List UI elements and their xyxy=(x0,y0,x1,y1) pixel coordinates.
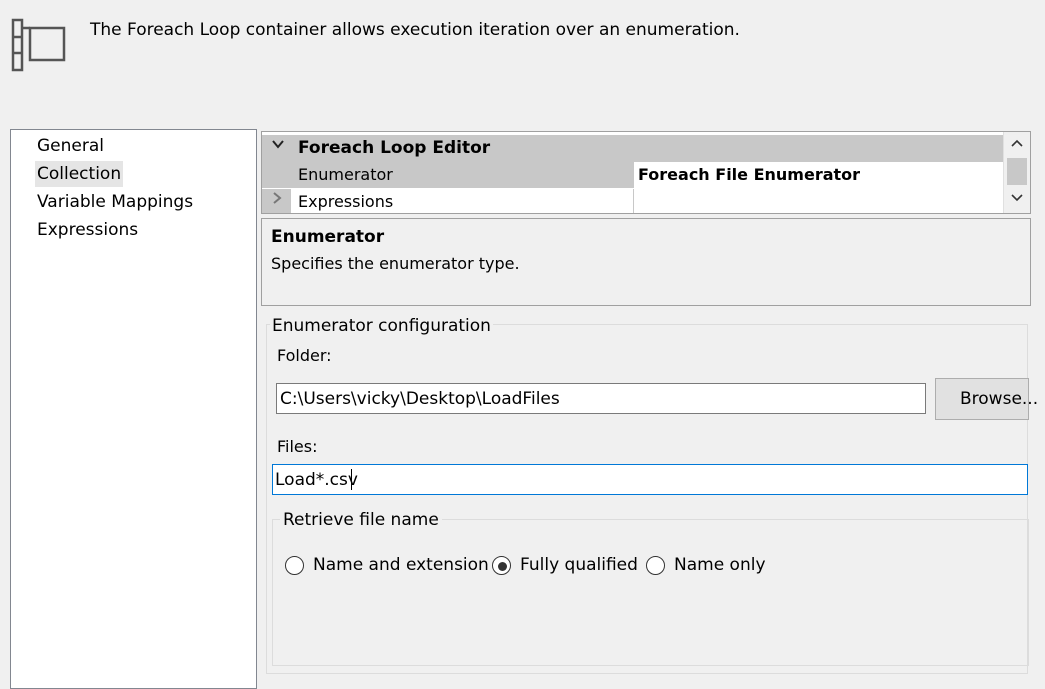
text-caret xyxy=(351,469,352,490)
property-name: Expressions xyxy=(298,192,394,211)
radio-circle[interactable] xyxy=(646,556,665,575)
radio-name-and-extension[interactable]: Name and extension xyxy=(285,555,489,580)
files-input[interactable]: Load*.csv xyxy=(272,464,1028,495)
browse-button[interactable]: Browse... xyxy=(935,378,1038,420)
folder-label: Folder: xyxy=(277,346,332,365)
category-row[interactable]: Foreach Loop Editor xyxy=(262,135,1004,162)
radio-fully-qualified[interactable]: Fully qualified xyxy=(492,555,638,580)
radio-name-only[interactable]: Name only xyxy=(646,555,776,580)
nav-item-variable-mappings[interactable]: Variable Mappings xyxy=(35,189,195,215)
scroll-down-icon[interactable] xyxy=(1004,190,1030,210)
nav-item-collection[interactable]: Collection xyxy=(35,161,124,187)
retrieve-file-name-title: Retrieve file name xyxy=(280,510,442,530)
radio-circle[interactable] xyxy=(492,556,511,575)
radio-label: Name only xyxy=(674,555,766,575)
nav-item-general[interactable]: General xyxy=(35,133,106,159)
files-label: Files: xyxy=(277,437,318,456)
property-value-enumerator[interactable]: Foreach File Enumerator xyxy=(633,162,1004,188)
browse-button-label: Browse... xyxy=(960,389,1039,409)
property-value-text: Foreach File Enumerator xyxy=(638,165,861,184)
retrieve-file-name-group xyxy=(272,519,1029,666)
property-grid: Foreach Loop Editor Enumerator Foreach F… xyxy=(261,131,1031,214)
folder-input[interactable]: C:\Users\vicky\Desktop\LoadFiles xyxy=(276,383,926,414)
radio-circle[interactable] xyxy=(285,556,304,575)
radio-label: Name and extension xyxy=(313,555,489,575)
category-label: Foreach Loop Editor xyxy=(298,138,491,158)
scrollbar-thumb[interactable] xyxy=(1007,158,1027,185)
nav-item-expressions[interactable]: Expressions xyxy=(35,217,140,243)
folder-input-value: C:\Users\vicky\Desktop\LoadFiles xyxy=(280,389,560,409)
property-name: Enumerator xyxy=(298,165,393,184)
foreach-loop-container-icon xyxy=(10,18,68,72)
description-title: Enumerator xyxy=(271,227,385,247)
description-text: Specifies the enumerator type. xyxy=(271,254,520,273)
property-value-expressions[interactable] xyxy=(633,189,1004,213)
property-name-cell: Expressions xyxy=(291,189,633,213)
files-input-value: Load*.csv xyxy=(275,470,358,490)
description-pane: Enumerator Specifies the enumerator type… xyxy=(261,218,1031,306)
radio-label: Fully qualified xyxy=(520,555,638,575)
scroll-up-icon[interactable] xyxy=(1004,135,1030,155)
property-row-expressions[interactable]: Expressions xyxy=(262,189,1004,213)
chevron-right-icon[interactable] xyxy=(272,191,282,209)
property-row-enumerator[interactable]: Enumerator Foreach File Enumerator xyxy=(262,162,1004,188)
page-navigation: General Collection Variable Mappings Exp… xyxy=(10,129,257,689)
header-description: The Foreach Loop container allows execut… xyxy=(90,20,740,40)
chevron-down-icon[interactable] xyxy=(271,138,285,154)
radio-selected-dot xyxy=(498,562,507,571)
enumerator-config-title: Enumerator configuration xyxy=(270,316,493,336)
property-grid-scrollbar[interactable] xyxy=(1003,132,1030,213)
